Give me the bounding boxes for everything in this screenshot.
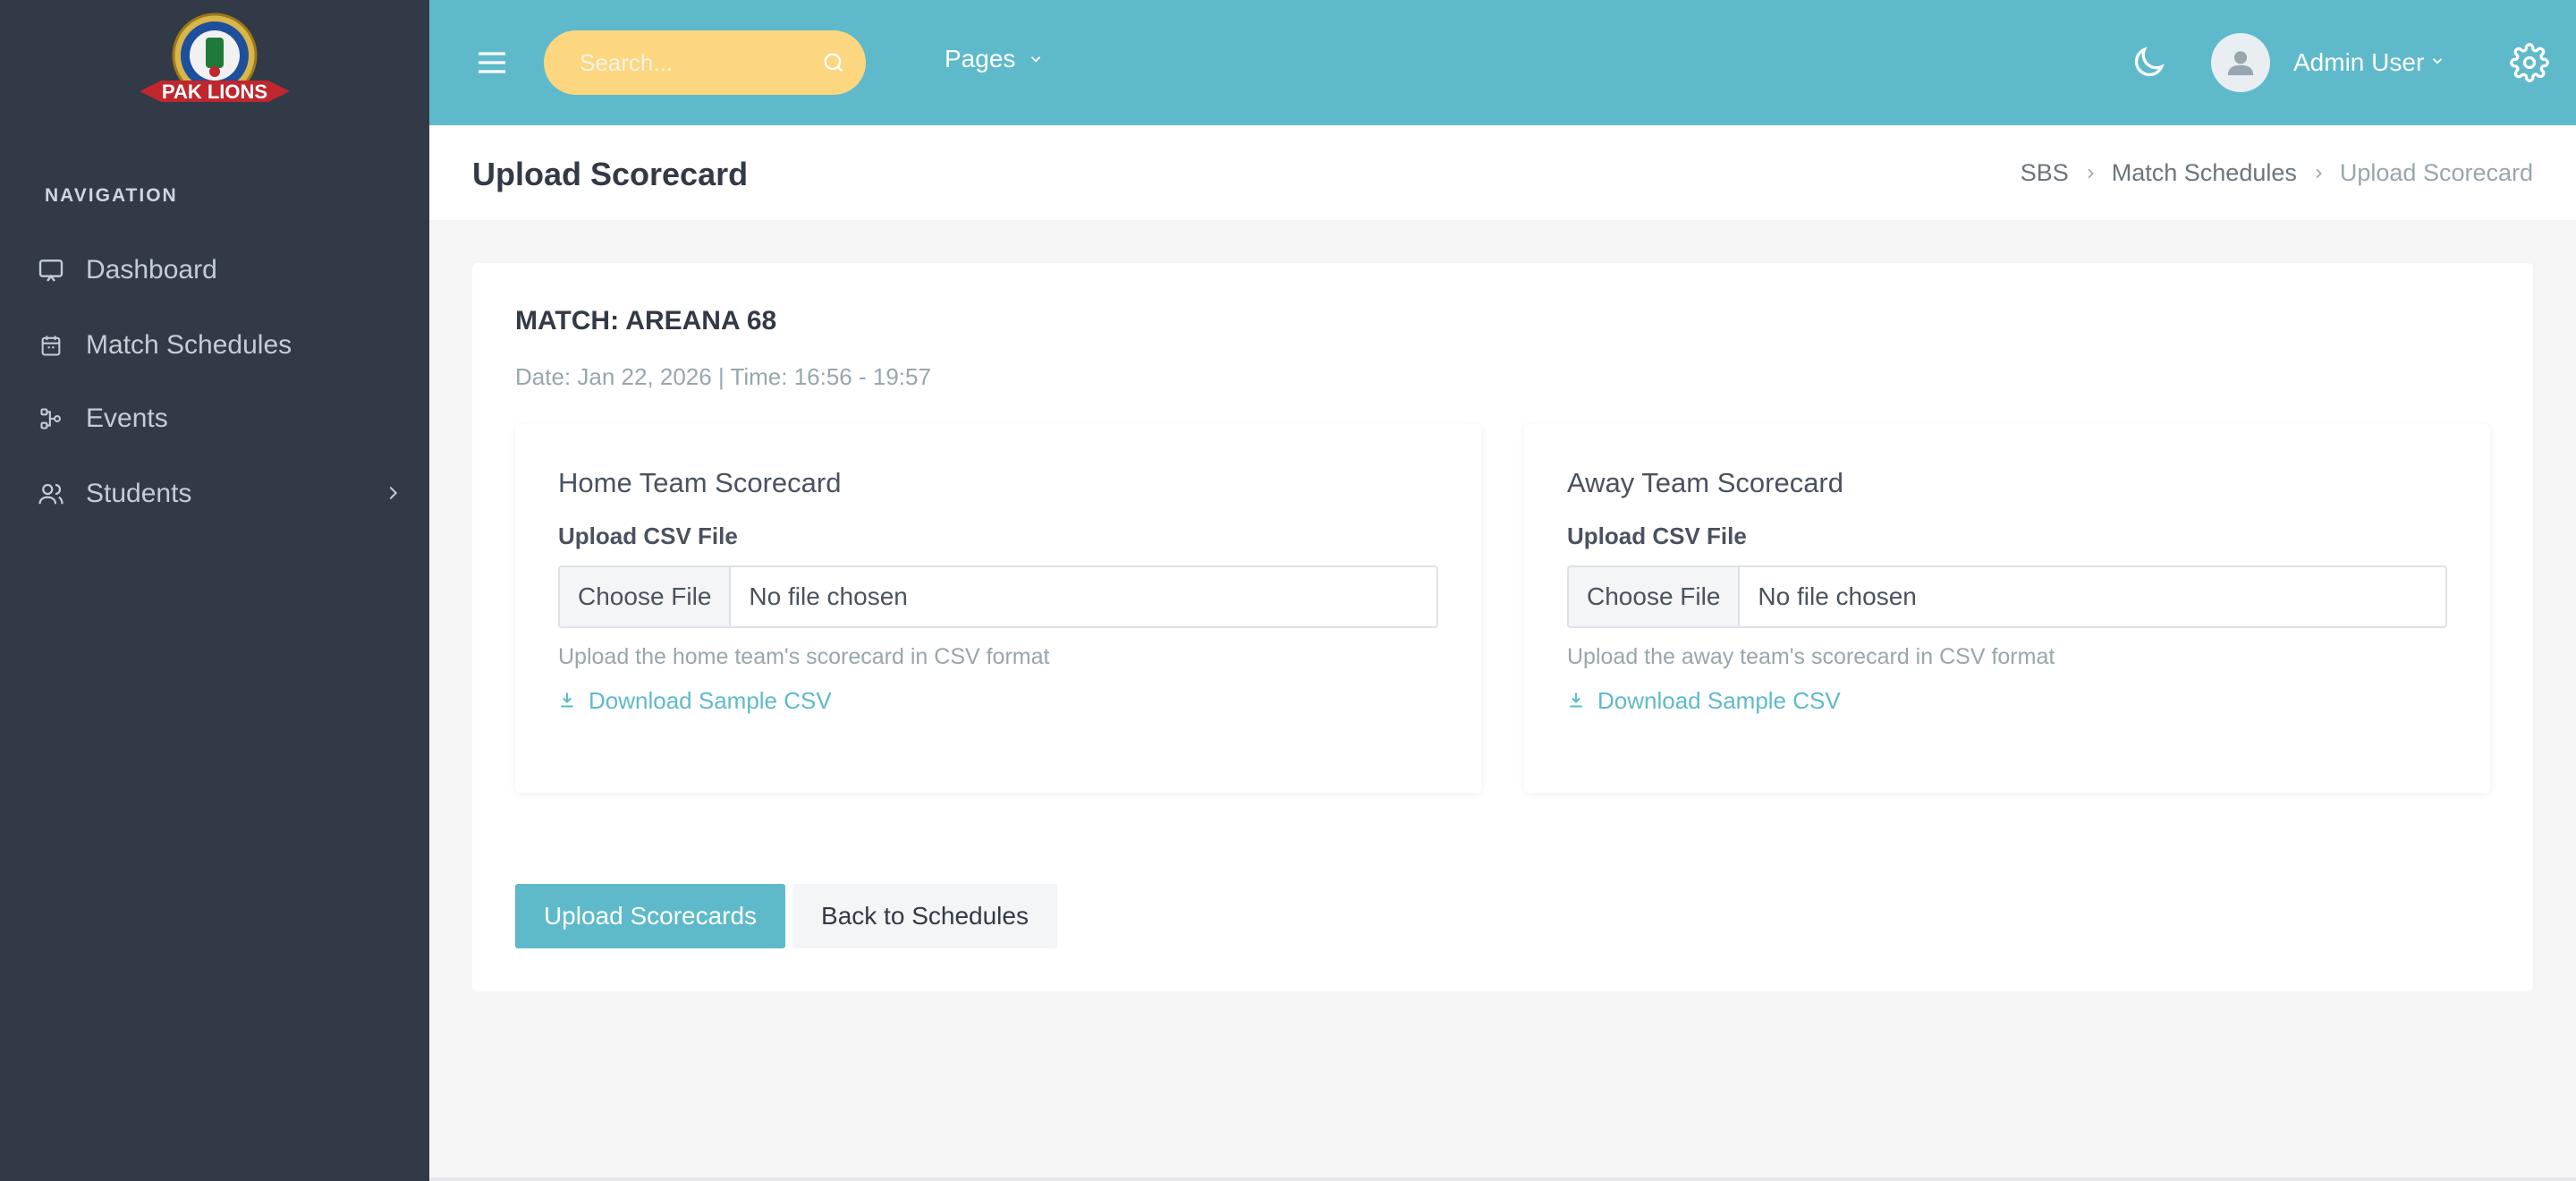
search-input[interactable] [580,48,803,77]
calendar-icon [36,330,66,361]
chevron-down-icon [1028,45,1044,73]
home-choose-file-button[interactable]: Choose File [560,567,732,626]
home-download-sample-link[interactable]: Download Sample CSV [558,687,832,715]
home-download-label: Download Sample CSV [589,687,832,714]
chevron-down-icon [2429,53,2445,73]
sidebar-item-label: Dashboard [86,255,217,285]
avatar [2211,33,2270,92]
footer-divider [429,1177,2576,1181]
workflow-icon [36,404,66,434]
page-header: Upload Scorecard SBS Match Schedules Upl… [429,125,2576,220]
search-icon[interactable] [821,50,846,80]
user-name: Admin User [2293,48,2425,76]
sidebar-item-students[interactable]: Students [36,467,402,521]
away-upload-label: Upload CSV File [1567,523,1747,549]
match-title: MATCH: AREANA 68 [515,306,777,336]
home-team-card: Home Team Scorecard Upload CSV File Choo… [515,424,1481,793]
home-file-input[interactable]: Choose File No file chosen [558,565,1438,628]
logo-text: PAK LIONS [162,81,267,103]
away-download-label: Download Sample CSV [1597,687,1841,714]
nav-section-title: NAVIGATION [45,185,178,206]
chevron-right-icon [383,483,402,507]
breadcrumb-item-sbs[interactable]: SBS [2021,159,2069,187]
topbar: Pages Admin User [429,0,2576,125]
pages-dropdown[interactable]: Pages [945,45,1044,73]
pak-lions-logo[interactable]: PAK LIONS [134,9,295,116]
monitor-icon [36,255,66,285]
search-box [544,30,866,95]
away-choose-file-button[interactable]: Choose File [1569,567,1741,626]
gear-icon[interactable] [2510,43,2549,87]
user-menu[interactable]: Admin User [2211,32,2445,93]
away-file-input[interactable]: Choose File No file chosen [1567,565,2447,628]
chevron-right-icon [2083,159,2097,187]
sidebar-item-match-schedules[interactable]: Match Schedules [36,319,402,372]
page-title: Upload Scorecard [472,156,749,192]
sidebar-item-label: Students [86,479,192,508]
moon-icon[interactable] [2129,43,2168,87]
menu-toggle-icon[interactable] [474,45,510,81]
home-help-text: Upload the home team's scorecard in CSV … [558,644,1050,669]
upload-scorecards-button[interactable]: Upload Scorecards [515,884,785,948]
back-to-schedules-button[interactable]: Back to Schedules [792,884,1057,948]
sidebar: PAK LIONS NAVIGATION Dashboard Match Sch… [0,0,429,1181]
pages-label: Pages [945,45,1016,72]
away-team-card: Away Team Scorecard Upload CSV File Choo… [1524,424,2490,793]
breadcrumb-item-match-schedules[interactable]: Match Schedules [2112,159,2297,187]
chevron-right-icon [2311,159,2326,187]
sidebar-item-label: Events [86,404,168,433]
breadcrumb-item-current: Upload Scorecard [2339,159,2533,186]
sidebar-item-events[interactable]: Events [36,392,402,446]
home-team-title: Home Team Scorecard [558,467,842,498]
users-icon [36,479,66,509]
breadcrumb: SBS Match Schedules Upload Scorecard [2021,159,2533,187]
away-download-sample-link[interactable]: Download Sample CSV [1567,687,1841,715]
upload-scorecard-card: MATCH: AREANA 68 Date: Jan 22, 2026 | Ti… [472,263,2533,991]
away-file-status: No file chosen [1758,582,1917,610]
sidebar-item-label: Match Schedules [86,330,292,360]
download-icon [1567,687,1585,715]
home-file-status: No file chosen [749,582,908,610]
away-help-text: Upload the away team's scorecard in CSV … [1567,644,2055,669]
match-datetime: Date: Jan 22, 2026 | Time: 16:56 - 19:57 [515,363,931,390]
sidebar-item-dashboard[interactable]: Dashboard [36,243,402,297]
download-icon [558,687,576,715]
home-upload-label: Upload CSV File [558,523,738,549]
away-team-title: Away Team Scorecard [1567,467,1844,498]
